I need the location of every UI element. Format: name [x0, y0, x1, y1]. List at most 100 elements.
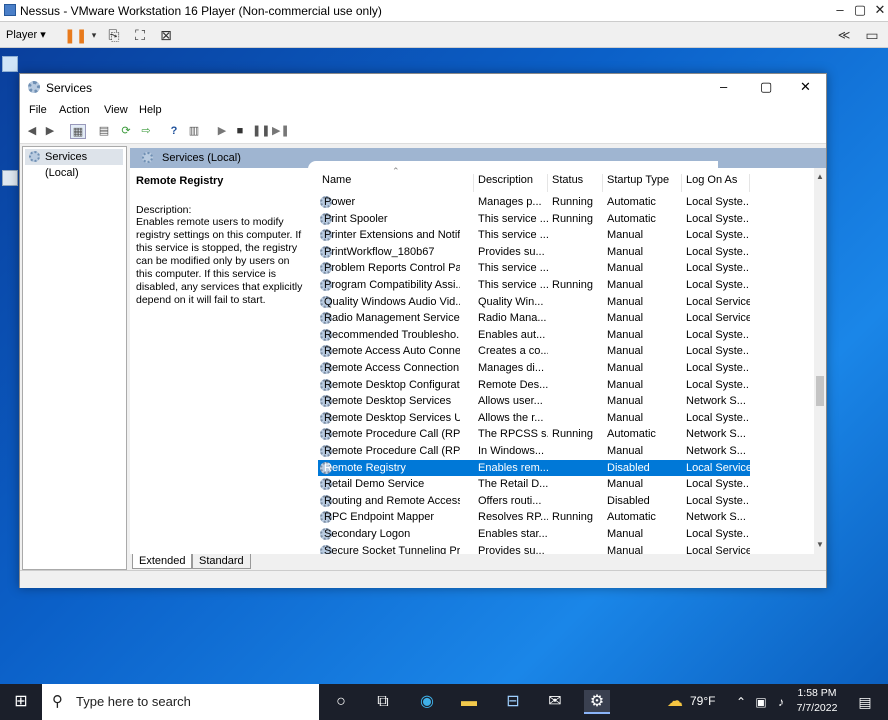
edge-icon[interactable]: ◉ [414, 690, 440, 714]
table-row[interactable]: Recommended Troublesho... Enables aut... M… [318, 327, 750, 343]
weather-icon[interactable]: ☁ [662, 690, 688, 714]
pause-service-icon[interactable]: ❚❚ [252, 124, 270, 139]
table-row[interactable]: Program Compatibility Assi... This servic… [318, 277, 750, 293]
table-row[interactable]: Print Spooler This service ... Running Auto… [318, 211, 750, 227]
table-row[interactable]: Secondary Logon Enables star... Manual Loca… [318, 526, 750, 542]
column-description[interactable]: Description [474, 174, 548, 192]
table-row[interactable]: Radio Management Service Radio Mana... Man… [318, 310, 750, 326]
services-maximize-button[interactable]: ▢ [760, 79, 772, 95]
table-row[interactable]: Remote Desktop Configurat... Remote Des..… [318, 377, 750, 393]
collapse-toolbar-icon[interactable]: ≪ [834, 25, 854, 45]
service-description: Allows the r... [478, 411, 544, 424]
forward-icon[interactable]: ▶ [42, 124, 58, 139]
menu-help[interactable]: Help [139, 104, 162, 116]
desktop-shortcut-icon[interactable] [2, 170, 18, 186]
service-name: PrintWorkflow_180b67 [324, 245, 435, 258]
service-startup-type: Manual [607, 345, 644, 358]
table-row[interactable]: Remote Desktop Services U... Allows the r… [318, 410, 750, 426]
vm-title: Nessus - VMware Workstation 16 Player (N… [20, 4, 382, 18]
service-log-on-as: Local Syste... [686, 196, 750, 208]
services-taskbar-icon[interactable]: ⚙ [584, 690, 610, 714]
menu-action[interactable]: Action [59, 104, 90, 116]
column-name[interactable]: Name [318, 174, 474, 192]
tab-extended[interactable]: Extended [132, 554, 193, 569]
vertical-scrollbar[interactable]: ▲ ▼ [814, 168, 826, 554]
player-menu[interactable]: Player ▾ [6, 28, 46, 41]
taskbar: ⊞ ⚲ Type here to search ○ ⧉ ◉ ▬ ⊟ ✉ ⚙ ☁ … [0, 684, 888, 720]
scrollbar-thumb[interactable] [816, 376, 824, 406]
table-row[interactable]: Routing and Remote Access Offers routi...… [318, 493, 750, 509]
show-hide-icon[interactable]: ▥ [186, 124, 202, 139]
weather-temp[interactable]: 79°F [690, 694, 715, 708]
table-row[interactable]: PrintWorkflow_180b67 Provides su... Manual… [318, 244, 750, 260]
table-row[interactable]: Remote Access Auto Conne... Creates a co.… [318, 343, 750, 359]
scroll-up-icon[interactable]: ▲ [816, 172, 824, 181]
table-row[interactable]: Remote Access Connection... Manages di...… [318, 360, 750, 376]
start-windows-icon[interactable]: ⊞ [8, 690, 34, 714]
services-close-button[interactable]: ✕ [800, 79, 811, 95]
service-log-on-as: Local Syste... [686, 262, 750, 275]
column-log-on-as[interactable]: Log On As [682, 174, 750, 192]
table-row[interactable]: Remote Desktop Services Allows user... Man… [318, 393, 750, 409]
tree-item-services-local[interactable]: Services (Local) [25, 149, 123, 179]
service-startup-type: Manual [607, 378, 644, 391]
pause-dropdown-icon[interactable]: ▾ [84, 25, 104, 45]
mail-icon[interactable]: ✉ [542, 690, 568, 714]
services-list: ⌃ Name Description Status Startup Type L… [308, 166, 826, 557]
column-startup-type[interactable]: Startup Type [603, 174, 682, 192]
clock[interactable]: 1:58 PM 7/7/2022 [789, 686, 845, 716]
properties-icon[interactable]: ▤ [96, 124, 112, 139]
fullscreen-icon[interactable]: ⛶ [130, 25, 150, 45]
service-log-on-as: Local Syste... [686, 328, 750, 341]
export-list-icon[interactable]: ⇨ [138, 124, 154, 139]
service-name: Remote Procedure Call (RPC) [324, 428, 460, 441]
table-row[interactable]: RPC Endpoint Mapper Resolves RP... Running… [318, 509, 750, 525]
file-explorer-icon[interactable]: ▬ [456, 690, 482, 714]
service-name: Remote Access Auto Conne... [324, 345, 460, 358]
service-description: Resolves RP... [478, 511, 548, 524]
vm-devices-icon[interactable]: ▭ [862, 25, 882, 45]
table-row[interactable]: Quality Windows Audio Vid... Quality Win.… [318, 294, 750, 310]
services-minimize-button[interactable]: – [720, 79, 727, 94]
tab-standard[interactable]: Standard [192, 554, 251, 569]
table-row[interactable]: Printer Extensions and Notif... This serv… [318, 227, 750, 243]
table-row[interactable]: Retail Demo Service The Retail D... Manual… [318, 476, 750, 492]
menu-view[interactable]: View [104, 104, 128, 116]
notifications-icon[interactable]: ▤ [852, 690, 878, 714]
close-button[interactable]: ✕ [866, 0, 888, 22]
service-name: Remote Desktop Services [324, 395, 452, 408]
vmware-icon [4, 4, 16, 16]
recycle-bin-icon[interactable] [2, 56, 18, 72]
table-row[interactable]: Power Manages p... Running Automatic Local S… [318, 194, 750, 210]
help-icon[interactable]: ? [166, 124, 182, 139]
service-startup-type: Manual [607, 411, 644, 424]
unity-icon[interactable]: ⊠ [156, 25, 176, 45]
table-row[interactable]: Remote Procedure Call (RPC) The RPCSS s..… [318, 426, 750, 442]
scroll-down-icon[interactable]: ▼ [816, 540, 824, 549]
send-ctrl-alt-del-icon[interactable]: ⎘ [104, 25, 124, 45]
menu-file[interactable]: File [29, 104, 47, 116]
service-description: Remote Des... [478, 378, 548, 391]
stop-service-icon[interactable]: ■ [232, 124, 248, 139]
service-name: Routing and Remote Access [324, 494, 460, 507]
task-view-icon[interactable]: ⧉ [370, 690, 396, 714]
pause-icon[interactable]: ❚❚ [64, 25, 87, 45]
column-status[interactable]: Status [548, 174, 603, 192]
taskbar-search[interactable]: ⚲ Type here to search [42, 684, 319, 720]
table-row[interactable]: Problem Reports Control Pa... This servic… [318, 260, 750, 276]
selected-service-name: Remote Registry [136, 175, 224, 187]
refresh-icon[interactable]: ⟳ [118, 124, 134, 139]
service-log-on-as: Local Syste... [686, 345, 750, 358]
service-startup-type: Automatic [607, 196, 656, 208]
start-service-icon[interactable]: ▶ [214, 124, 230, 139]
table-row[interactable]: Remote Registry Enables rem... Disabled Loc… [318, 459, 750, 476]
cortana-icon[interactable]: ○ [328, 690, 354, 714]
service-name: Secondary Logon [324, 528, 411, 540]
table-row[interactable]: Remote Procedure Call (RP... In Windows..… [318, 443, 750, 459]
console-tree-icon[interactable]: ▦ [70, 124, 86, 139]
store-icon[interactable]: ⊟ [500, 690, 526, 714]
restart-service-icon[interactable]: ▶❚ [272, 124, 290, 139]
back-icon[interactable]: ◀ [24, 124, 40, 139]
service-status: Running [552, 279, 593, 291]
service-startup-type: Automatic [607, 428, 656, 441]
